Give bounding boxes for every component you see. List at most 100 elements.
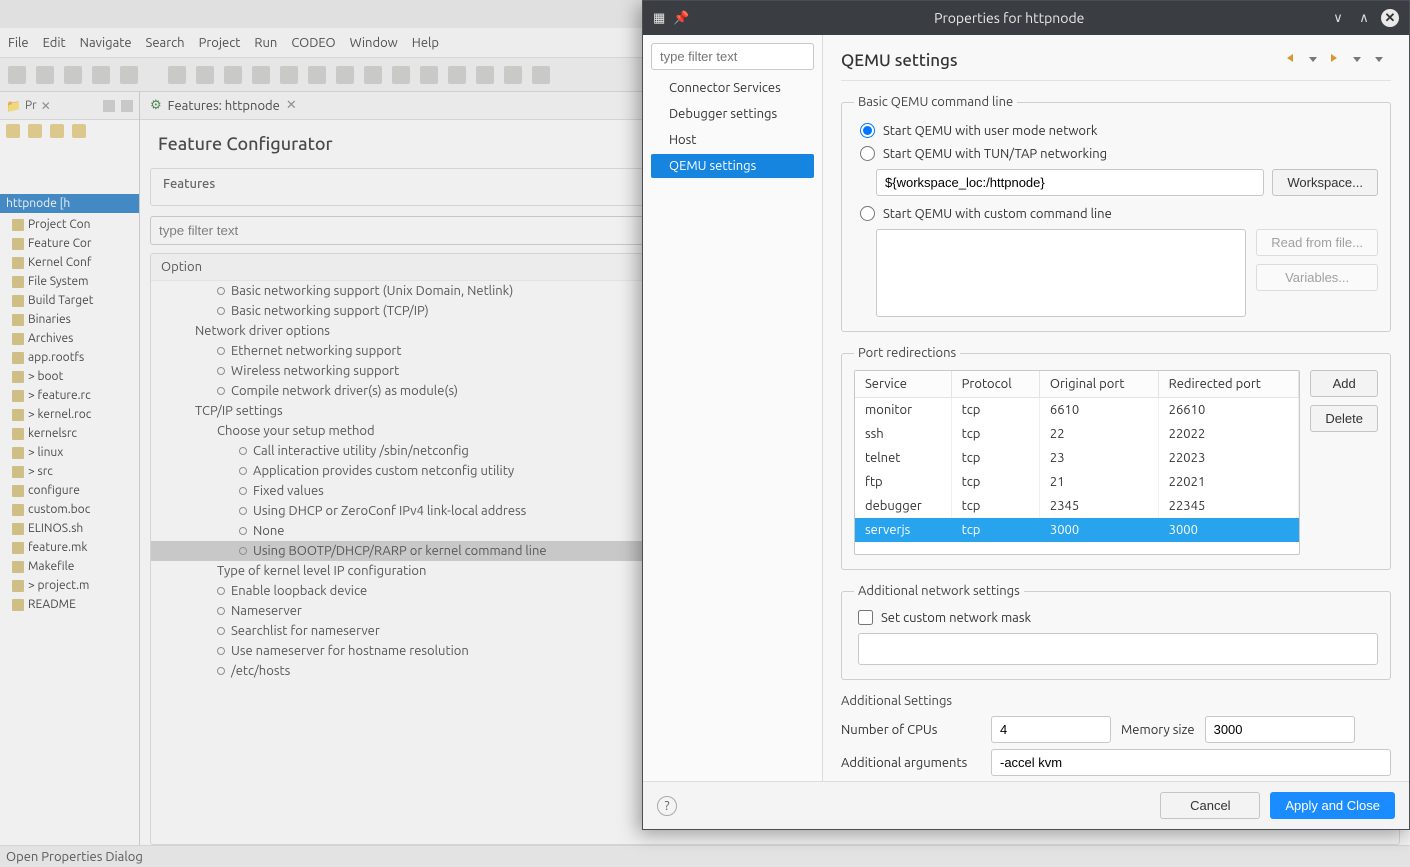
menu-edit[interactable]: Edit (43, 36, 66, 50)
view-menu-icon[interactable] (1375, 51, 1391, 65)
read-from-file-button: Read from file... (1256, 229, 1378, 256)
tree-item[interactable]: > linux (0, 443, 139, 462)
tree-item[interactable]: > kernel.roc (0, 405, 139, 424)
cpus-input[interactable] (991, 716, 1111, 743)
apply-close-button[interactable]: Apply and Close (1270, 792, 1395, 819)
tree-item[interactable]: Makefile (0, 557, 139, 576)
table-row[interactable]: monitortcp661026610 (855, 398, 1299, 423)
toolbar-button[interactable] (224, 66, 242, 84)
memory-input[interactable] (1205, 716, 1355, 743)
toolbar-button[interactable] (504, 66, 522, 84)
menu-file[interactable]: File (8, 36, 29, 50)
tree-item[interactable]: app.rootfs (0, 348, 139, 367)
tree-item[interactable]: Feature Cor (0, 234, 139, 253)
maximize-icon[interactable] (121, 100, 133, 112)
tree-item[interactable]: Archives (0, 329, 139, 348)
editor-tab-label: Features: httpnode (168, 99, 280, 113)
tree-item[interactable]: File System (0, 272, 139, 291)
table-row[interactable]: ftptcp2122021 (855, 470, 1299, 494)
toolbar-button[interactable] (420, 66, 438, 84)
tree-item[interactable]: > boot (0, 367, 139, 386)
radio-user-mode[interactable] (860, 123, 875, 138)
toolbar-button[interactable] (308, 66, 326, 84)
menu-navigate[interactable]: Navigate (80, 36, 132, 50)
toolbar-button[interactable] (252, 66, 270, 84)
tree-item[interactable]: custom.boc (0, 500, 139, 519)
menu-project[interactable]: Project (199, 36, 241, 50)
toolbar-button[interactable] (36, 66, 54, 84)
tree-item[interactable]: feature.mk (0, 538, 139, 557)
workspace-button[interactable]: Workspace... (1272, 169, 1378, 196)
toolbar-button[interactable] (532, 66, 550, 84)
toolbar-button[interactable] (336, 66, 354, 84)
dialog-titlebar: ▦ 📌 Properties for httpnode ∨ ∧ ✕ (643, 1, 1409, 35)
status-bar: Open Properties Dialog (0, 845, 1410, 867)
add-port-button[interactable]: Add (1310, 370, 1378, 397)
toolbar-button[interactable] (168, 66, 186, 84)
minimize-icon[interactable]: ∨ (1329, 9, 1347, 27)
project-tree: Project ConFeature CorKernel ConfFile Sy… (0, 213, 139, 845)
close-icon[interactable]: ✕ (1381, 9, 1399, 27)
page-nav-icons (1287, 51, 1391, 65)
menu-codeo[interactable]: CODEO (291, 36, 335, 50)
toolbar-button[interactable] (8, 66, 26, 84)
properties-dialog: ▦ 📌 Properties for httpnode ∨ ∧ ✕ Connec… (642, 0, 1410, 830)
toolbar-button[interactable] (476, 66, 494, 84)
pin-icon[interactable]: 📌 (673, 11, 689, 26)
back-icon[interactable] (1287, 51, 1303, 65)
toolbar-button[interactable] (64, 66, 82, 84)
table-row[interactable]: debuggertcp234522345 (855, 494, 1299, 518)
table-row[interactable]: telnettcp2322023 (855, 446, 1299, 470)
forward-icon[interactable] (1331, 51, 1347, 65)
tree-item[interactable]: Project Con (0, 215, 139, 234)
custom-mask-label: Set custom network mask (881, 611, 1031, 625)
maximize-icon[interactable]: ∧ (1355, 9, 1373, 27)
tree-item[interactable]: > project.m (0, 576, 139, 595)
app-icon: ▦ (653, 11, 665, 26)
menu-run[interactable]: Run (254, 36, 277, 50)
tree-item[interactable]: Kernel Conf (0, 253, 139, 272)
menu-search[interactable]: Search (146, 36, 185, 50)
port-redirections-legend: Port redirections (854, 346, 960, 360)
cancel-button[interactable]: Cancel (1160, 792, 1260, 819)
back-menu-icon[interactable] (1309, 51, 1325, 65)
toolbar-button[interactable] (120, 66, 138, 84)
port-table[interactable]: Service Protocol Original port Redirecte… (854, 370, 1300, 555)
help-icon[interactable]: ? (657, 796, 677, 816)
tree-item[interactable]: > src (0, 462, 139, 481)
nav-host[interactable]: Host (651, 128, 814, 152)
minimize-icon[interactable] (103, 100, 115, 112)
tree-item[interactable]: Build Target (0, 291, 139, 310)
table-row[interactable]: sshtcp2222022 (855, 422, 1299, 446)
workspace-input[interactable] (876, 169, 1264, 196)
forward-menu-icon[interactable] (1353, 51, 1369, 65)
tree-item[interactable]: > feature.rc (0, 386, 139, 405)
delete-port-button[interactable]: Delete (1310, 405, 1378, 432)
args-input[interactable] (991, 749, 1391, 776)
menu-help[interactable]: Help (412, 36, 439, 50)
radio-custom-cmdline[interactable] (860, 206, 875, 221)
table-row[interactable]: serverjstcp30003000 (855, 518, 1299, 542)
tree-item[interactable]: README (0, 595, 139, 614)
nav-filter-input[interactable] (651, 43, 814, 70)
toolbar-button[interactable] (280, 66, 298, 84)
close-icon[interactable]: ✕ (286, 98, 297, 113)
nav-connector-services[interactable]: Connector Services (651, 76, 814, 100)
tree-item[interactable]: Binaries (0, 310, 139, 329)
toolbar-button[interactable] (92, 66, 110, 84)
project-explorer-tab[interactable]: 📁Pr ✕ (0, 92, 139, 120)
toolbar-button[interactable] (364, 66, 382, 84)
toolbar-button[interactable] (448, 66, 466, 84)
menu-window[interactable]: Window (350, 36, 398, 50)
tree-item[interactable]: configure (0, 481, 139, 500)
tree-item[interactable]: kernelsrc (0, 424, 139, 443)
project-root-label: httpnode [h (6, 197, 70, 210)
radio-tuntap[interactable] (860, 146, 875, 161)
toolbar-button[interactable] (196, 66, 214, 84)
custom-mask-checkbox[interactable] (858, 610, 873, 625)
nav-debugger-settings[interactable]: Debugger settings (651, 102, 814, 126)
nav-qemu-settings[interactable]: QEMU settings (651, 154, 814, 178)
project-root[interactable]: httpnode [h (0, 194, 139, 213)
tree-item[interactable]: ELINOS.sh (0, 519, 139, 538)
toolbar-button[interactable] (392, 66, 410, 84)
